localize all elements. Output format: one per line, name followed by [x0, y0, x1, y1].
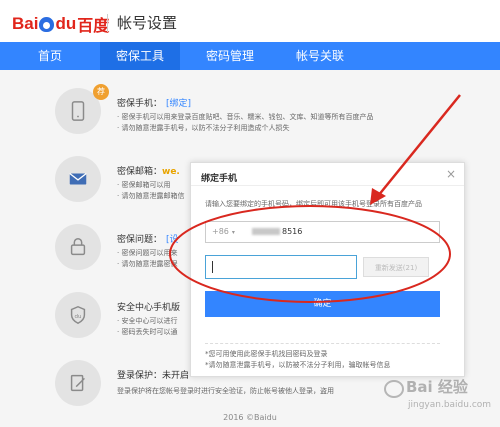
- close-icon[interactable]: ×: [446, 167, 456, 181]
- phone-input[interactable]: +86 ▾ 8516: [205, 221, 440, 243]
- resend-button[interactable]: 重新发送(21): [363, 257, 429, 277]
- row-desc: · 密码丢失时可以通: [117, 328, 178, 336]
- baidu-paw-icon: [39, 16, 55, 32]
- phone-number-value: 8516: [252, 227, 302, 236]
- nav-security-tools[interactable]: 密保工具: [100, 42, 180, 70]
- row-title: 登录保护：未开启: [117, 368, 189, 381]
- recommend-badge: 荐: [93, 84, 109, 100]
- header-divider: [107, 14, 108, 32]
- dialog-divider: [191, 185, 464, 186]
- bind-phone-dialog: 绑定手机 × 请输入您要绑定的手机号码，绑定后即可用该手机号登录所有百度产品 +…: [190, 162, 465, 377]
- row-label: 登录保护：未开启: [117, 371, 190, 381]
- svg-text:du: du: [75, 314, 82, 320]
- email-value: we.: [162, 167, 180, 177]
- nav-password[interactable]: 密码管理: [190, 42, 270, 70]
- row-title: 密保问题： [设: [117, 232, 179, 245]
- set-question-link[interactable]: [设: [166, 235, 179, 245]
- row-desc: · 安全中心可以进行: [117, 317, 178, 325]
- row-desc: 登录保护将在您帐号登录时进行安全验证，防止帐号被他人登录，盗用: [117, 387, 334, 395]
- watermark-text: Bai 经验: [406, 378, 468, 396]
- dialog-intro: 请输入您要绑定的手机号码，绑定后即可用该手机号登录所有百度产品: [205, 200, 422, 208]
- row-label: 密保邮箱：: [117, 167, 163, 177]
- row-desc: · 请勿随意泄露邮箱信: [117, 192, 185, 200]
- row-desc: · 密保问题可以用来: [117, 249, 178, 257]
- header: Bai du 百度 帐号设置: [0, 0, 500, 42]
- mail-icon: [55, 156, 101, 202]
- row-title: 密保手机： [绑定]: [117, 96, 191, 109]
- row-desc: · 密保邮箱可以用: [117, 181, 171, 189]
- watermark-url: jingyan.baidu.com: [408, 400, 492, 410]
- blurred-digits: [252, 228, 280, 235]
- country-code-select[interactable]: +86 ▾: [212, 227, 235, 236]
- nav-account-link[interactable]: 帐号关联: [280, 42, 360, 70]
- watermark: Bai 经验 jingyan.baidu.com: [378, 376, 498, 416]
- baidu-logo[interactable]: Bai du 百度: [12, 12, 109, 36]
- dialog-divider: [205, 343, 440, 344]
- dialog-title: 绑定手机: [201, 174, 238, 184]
- lock-icon: [55, 224, 101, 270]
- verification-code-input[interactable]: [205, 255, 357, 279]
- du-shield-icon: du: [55, 292, 101, 338]
- main-nav: 首页 密保工具 密码管理 帐号关联: [0, 42, 500, 70]
- nav-home[interactable]: 首页: [10, 42, 90, 70]
- row-desc: · 请勿随意泄露手机号，以防不法分子利用造成个人损失: [117, 124, 290, 132]
- baidu-paw-watermark-icon: [384, 380, 404, 398]
- row-desc: · 请勿随意泄露密保: [117, 260, 178, 268]
- row-title: 安全中心手机版: [117, 300, 180, 313]
- edit-icon: [55, 360, 101, 406]
- row-title: 密保邮箱：we.: [117, 164, 180, 177]
- bind-phone-link[interactable]: [绑定]: [166, 99, 191, 109]
- row-desc: · 密保手机可以用来登录百度贴吧、音乐、糯米、钱包、文库、知道等所有百度产品: [117, 113, 374, 121]
- row-label: 密保问题：: [117, 235, 163, 245]
- row-label: 安全中心手机版: [117, 303, 181, 313]
- chevron-down-icon: ▾: [231, 229, 235, 236]
- row-label: 密保手机：: [117, 99, 163, 109]
- page-title: 帐号设置: [117, 14, 178, 32]
- text-caret: [212, 261, 213, 273]
- dialog-note: *请勿随意泄露手机号，以防被不法分子利用，骗取帐号信息: [205, 361, 391, 369]
- dialog-note: *您可用使用此密保手机找回密码及登录: [205, 350, 328, 358]
- confirm-button[interactable]: 确定: [205, 291, 440, 317]
- row-phone: 荐 密保手机： [绑定] · 密保手机可以用来登录百度贴吧、音乐、糯米、钱包、文库…: [55, 84, 475, 148]
